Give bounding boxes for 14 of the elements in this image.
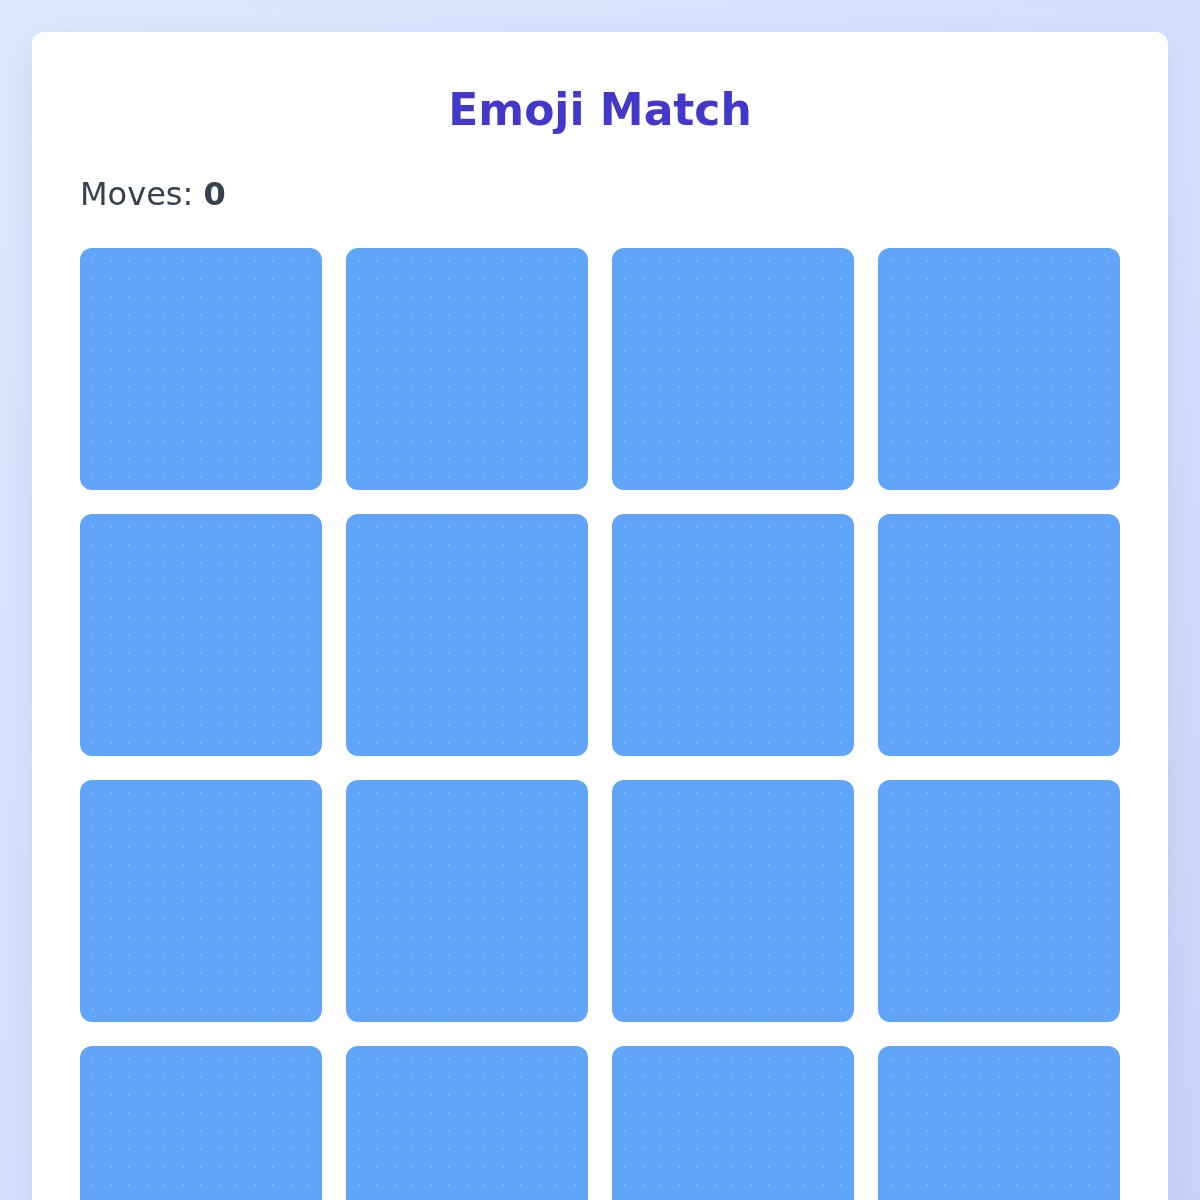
moves-counter: Moves: 0 bbox=[80, 174, 227, 215]
memory-card[interactable] bbox=[80, 248, 322, 490]
memory-card[interactable] bbox=[878, 514, 1120, 756]
memory-card[interactable] bbox=[346, 248, 588, 490]
game-title: Emoji Match bbox=[447, 83, 753, 137]
memory-card[interactable] bbox=[612, 514, 854, 756]
memory-card[interactable] bbox=[346, 780, 588, 1022]
memory-card[interactable] bbox=[878, 248, 1120, 490]
memory-card[interactable] bbox=[80, 780, 322, 1022]
memory-card[interactable] bbox=[612, 248, 854, 490]
memory-card[interactable] bbox=[346, 514, 588, 756]
memory-card[interactable] bbox=[878, 780, 1120, 1022]
memory-card[interactable] bbox=[80, 514, 322, 756]
memory-card[interactable] bbox=[612, 780, 854, 1022]
